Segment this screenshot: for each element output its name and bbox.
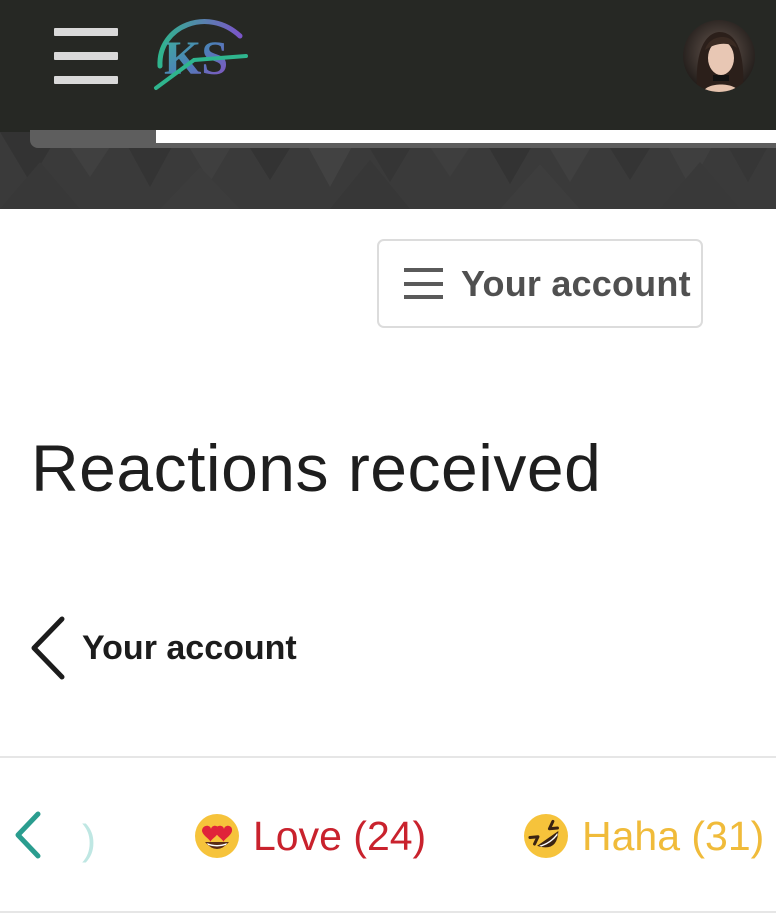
menu-lines-icon — [404, 268, 443, 299]
back-to-account-link[interactable]: Your account — [28, 615, 297, 681]
hamburger-line — [54, 28, 118, 36]
hamburger-line — [54, 76, 118, 84]
tab-partial-text: ) — [82, 816, 96, 863]
tab-haha[interactable]: Haha (31) — [522, 810, 764, 862]
tab-love-label: Love (24) — [253, 812, 427, 859]
user-avatar[interactable] — [683, 20, 755, 92]
tab-love[interactable]: Love (24) — [193, 810, 426, 862]
tabs-prev-chevron-icon[interactable] — [12, 810, 46, 860]
heart-eyes-emoji-icon — [195, 814, 239, 858]
progress-fill — [156, 130, 776, 143]
your-account-button[interactable]: Your account — [377, 239, 703, 328]
tab-haha-label: Haha (31) — [582, 812, 765, 859]
site-logo[interactable]: KS — [150, 4, 250, 94]
reaction-tabs: ) Love (24) Haha (31) — [0, 758, 776, 911]
chevron-left-icon — [31, 616, 65, 680]
your-account-button-label: Your account — [461, 262, 691, 304]
back-link-label: Your account — [82, 628, 297, 667]
avatar-icon — [683, 20, 755, 92]
laughing-emoji-icon — [524, 814, 568, 858]
hamburger-menu-button[interactable] — [54, 28, 118, 84]
top-bar: KS — [0, 0, 776, 132]
hamburger-line — [54, 52, 118, 60]
page-title: Reactions received — [31, 431, 602, 505]
